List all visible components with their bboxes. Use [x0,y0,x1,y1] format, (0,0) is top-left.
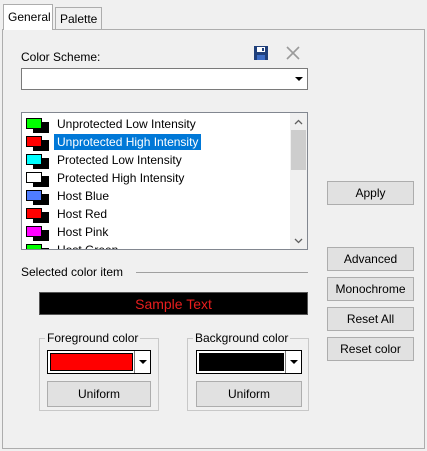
color-swatch [26,118,42,129]
color-swatch [26,172,42,183]
list-item[interactable]: Protected Low Intensity [23,151,291,169]
color-scheme-label: Color Scheme: [21,50,101,64]
background-color-title: Background color [193,331,291,345]
sample-text: Sample Text [135,295,212,312]
selected-color-item-label: Selected color item [21,265,124,279]
list-item-label: Protected High Intensity [57,171,185,185]
reset-color-button[interactable]: Reset color [327,337,414,361]
color-swatch [26,244,42,249]
list-item-label: Unprotected High Intensity [54,134,202,150]
list-item[interactable]: Unprotected Low Intensity [23,115,291,133]
monochrome-button-label: Monochrome [335,282,406,296]
color-swatch [26,226,42,237]
color-swatch [26,208,42,219]
color-item-list[interactable]: Unprotected Low Intensity Unprotected Hi… [21,112,308,250]
reset-color-button-label: Reset color [340,342,401,356]
reset-all-button-label: Reset All [346,312,395,326]
tab-general-label: General [8,10,51,24]
background-color-swatch [199,353,284,371]
sample-text-preview: Sample Text [39,292,308,315]
list-item[interactable]: Unprotected High Intensity [23,133,291,151]
foreground-color-swatch [50,353,133,371]
tab-palette[interactable]: Palette [55,7,102,29]
list-item[interactable]: Host Green [23,241,291,250]
color-swatch [26,136,42,147]
advanced-button[interactable]: Advanced [327,247,414,271]
background-uniform-label: Uniform [227,387,270,401]
color-swatch [26,154,42,165]
tab-palette-label: Palette [60,12,98,26]
background-uniform-button[interactable]: Uniform [196,381,302,407]
list-item-label: Unprotected Low Intensity [57,117,196,131]
list-item-label: Host Pink [57,225,109,239]
list-item-label: Host Red [57,207,108,221]
save-icon[interactable] [253,45,269,61]
list-item-label: Host Green [57,243,119,250]
scroll-thumb[interactable] [291,130,306,170]
monochrome-button[interactable]: Monochrome [327,277,414,301]
close-icon[interactable] [285,45,301,61]
advanced-button-label: Advanced [343,252,398,266]
scroll-up-icon[interactable] [290,113,307,130]
color-swatch [26,190,42,201]
list-item[interactable]: Host Pink [23,223,291,241]
list-item-label: Host Blue [57,189,110,203]
tab-general[interactable]: General [3,4,53,30]
foreground-uniform-label: Uniform [77,387,120,401]
background-color-select[interactable] [196,350,302,374]
apply-button[interactable]: Apply [327,181,414,205]
chevron-down-icon[interactable] [285,351,301,373]
chevron-down-icon[interactable] [291,69,307,89]
apply-button-label: Apply [355,186,386,200]
list-item[interactable]: Host Blue [23,187,291,205]
foreground-uniform-button[interactable]: Uniform [47,381,151,407]
divider [136,272,308,273]
color-scheme-select[interactable] [21,68,308,90]
foreground-color-select[interactable] [47,350,151,374]
list-scrollbar[interactable] [290,113,307,249]
list-item-label: Protected Low Intensity [57,153,182,167]
reset-all-button[interactable]: Reset All [327,307,414,331]
foreground-color-title: Foreground color [45,331,141,345]
list-item[interactable]: Protected High Intensity [23,169,291,187]
list-item[interactable]: Host Red [23,205,291,223]
chevron-down-icon[interactable] [134,351,150,373]
scroll-down-icon[interactable] [290,232,307,249]
